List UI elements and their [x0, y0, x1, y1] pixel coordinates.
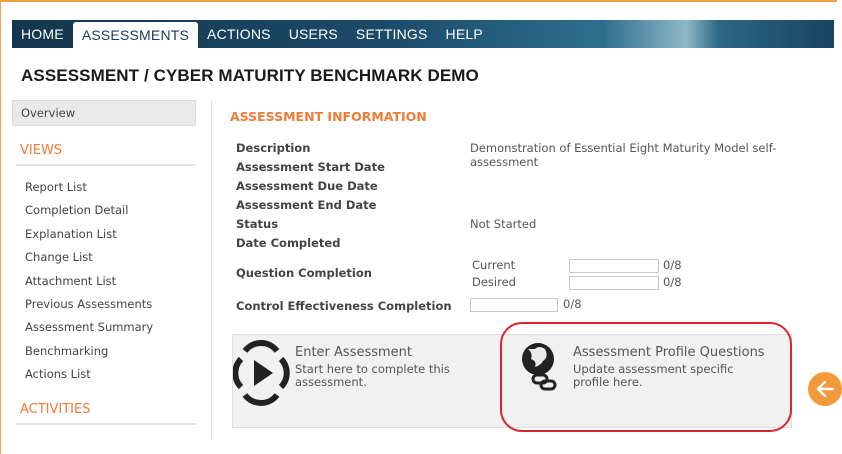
control-progress-bar: [470, 298, 558, 312]
date-completed-label: Date Completed: [236, 236, 341, 250]
sidebar-item-overview[interactable]: Overview: [12, 100, 196, 126]
assessment-profile-description: Update assessment specific profile here.: [573, 362, 734, 389]
sidebar-item-actions-list[interactable]: Actions List: [12, 363, 196, 386]
sidebar-item-explanation-list[interactable]: Explanation List: [12, 223, 196, 246]
status-label: Status: [236, 217, 279, 231]
current-count: 0/8: [663, 258, 682, 272]
enter-assessment-card[interactable]: Enter Assessment Start here to complete …: [232, 335, 503, 427]
current-progress-bar: [569, 259, 659, 273]
arrow-left-icon: [816, 380, 835, 398]
sidebar-item-report-list[interactable]: Report List: [12, 176, 196, 199]
nav-tab-help[interactable]: HELP: [437, 20, 492, 48]
action-cards: Enter Assessment Start here to complete …: [232, 334, 792, 428]
page-title: ASSESSMENT / CYBER MATURITY BENCHMARK DE…: [21, 66, 479, 85]
globe-link-icon: [511, 335, 569, 427]
control-count: 0/8: [563, 297, 582, 311]
sidebar-item-benchmarking[interactable]: Benchmarking: [12, 340, 196, 363]
due-date-label: Assessment Due Date: [236, 179, 378, 193]
description-label: Description: [236, 141, 311, 155]
start-date-label: Assessment Start Date: [236, 160, 385, 174]
sidebar: Overview VIEWS Report List Completion De…: [12, 100, 196, 435]
sidebar-item-attachment-list[interactable]: Attachment List: [12, 270, 196, 293]
nav-tab-actions[interactable]: ACTIONS: [198, 20, 280, 48]
end-date-label: Assessment End Date: [236, 198, 377, 212]
desired-progress-bar: [569, 276, 659, 290]
sidebar-divider: [16, 422, 196, 425]
status-value: Not Started: [470, 217, 537, 231]
sidebar-views-heading: VIEWS: [20, 143, 63, 158]
assessment-profile-title: Assessment Profile Questions: [573, 345, 765, 360]
sidebar-item-previous-assessments[interactable]: Previous Assessments: [12, 293, 196, 316]
sidebar-separator: [211, 100, 212, 440]
current-label: Current: [472, 258, 516, 272]
sidebar-divider: [16, 164, 196, 166]
enter-assessment-title: Enter Assessment: [295, 345, 413, 360]
sidebar-item-change-list[interactable]: Change List: [12, 246, 196, 269]
question-completion-label: Question Completion: [236, 266, 372, 280]
assessment-profile-card[interactable]: Assessment Profile Questions Update asse…: [509, 335, 791, 427]
top-nav: HOME ASSESSMENTS ACTIONS USERS SETTINGS …: [12, 20, 834, 48]
sidebar-activities-heading: ACTIVITIES: [20, 401, 91, 417]
back-button[interactable]: [808, 372, 842, 406]
enter-assessment-description: Start here to complete this assessment.: [295, 362, 450, 389]
nav-tab-assessments[interactable]: ASSESSMENTS: [72, 22, 199, 48]
desired-label: Desired: [472, 275, 516, 289]
nav-tab-home[interactable]: HOME: [12, 20, 73, 48]
assessment-information-heading: ASSESSMENT INFORMATION: [230, 109, 427, 124]
desired-count: 0/8: [663, 275, 682, 289]
play-circle-icon: [232, 335, 291, 427]
control-effectiveness-label: Control Effectiveness Completion: [236, 299, 452, 313]
nav-tab-users[interactable]: USERS: [280, 20, 347, 48]
description-value: Demonstration of Essential Eight Maturit…: [470, 141, 777, 169]
nav-tab-settings[interactable]: SETTINGS: [347, 20, 437, 48]
sidebar-item-completion-detail[interactable]: Completion Detail: [12, 199, 196, 222]
sidebar-item-assessment-summary[interactable]: Assessment Summary: [12, 316, 196, 339]
